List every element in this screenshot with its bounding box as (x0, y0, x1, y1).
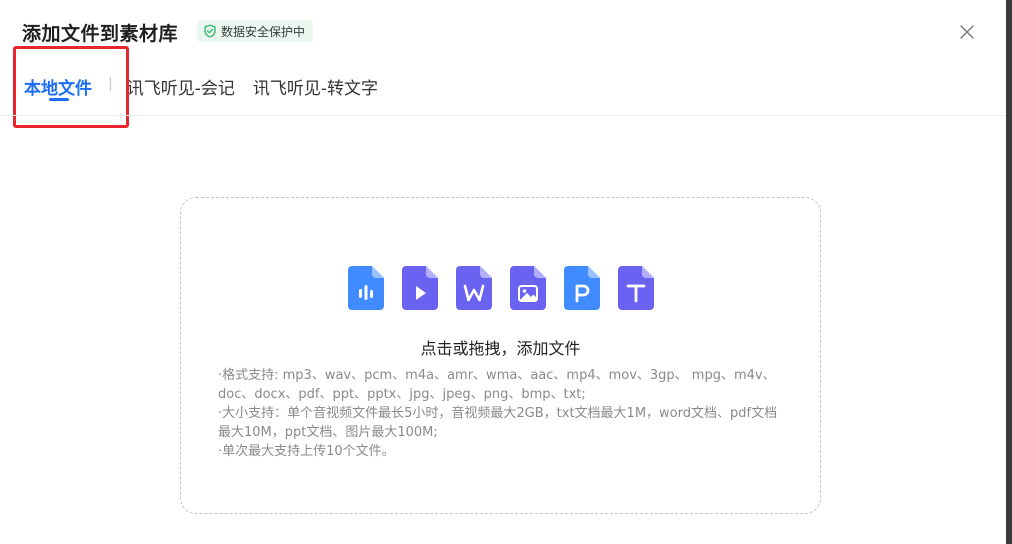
text-file-icon (618, 266, 654, 310)
shield-check-icon (204, 24, 216, 38)
security-badge: 数据安全保护中 (197, 20, 314, 42)
header-divider (0, 115, 1006, 116)
tab-iflyrec-transcribe[interactable]: 讯飞听见-转文字 (253, 74, 378, 99)
upload-requirements: ·格式支持: mp3、wav、pcm、m4a、amr、wma、aac、mp4、m… (218, 366, 788, 461)
security-badge-label: 数据安全保护中 (221, 24, 306, 39)
image-file-icon (510, 266, 546, 310)
file-type-icons (348, 266, 654, 310)
tab-iflyrec-meeting[interactable]: 讯飞听见-会记 (127, 74, 235, 99)
tab-label: 讯飞听见-转文字 (252, 79, 378, 99)
ppt-file-icon (564, 266, 600, 310)
word-file-icon (456, 266, 492, 310)
format-support-text: ·格式支持: mp3、wav、pcm、m4a、amr、wma、aac、mp4、m… (218, 368, 776, 402)
close-button[interactable] (957, 22, 977, 42)
max-count-text: ·单次最大支持上传10个文件。 (218, 444, 395, 459)
drop-zone-title: 点击或拖拽，添加文件 (420, 339, 581, 358)
size-support-text: ·大小支持：单个音视频文件最长5小时，音视频最大2GB，txt文档最大1M，wo… (218, 406, 778, 440)
dialog-title: 添加文件到素材库 (22, 23, 179, 45)
close-icon (960, 25, 974, 39)
file-drop-zone[interactable]: 点击或拖拽，添加文件 ·格式支持: mp3、wav、pcm、m4a、amr、wm… (180, 197, 821, 514)
video-file-icon (402, 266, 438, 310)
add-material-dialog: 添加文件到素材库 数据安全保护中 本地文件 | 讯飞听见-会记 讯飞听见-转文字 (0, 0, 1006, 544)
window-edge (1006, 0, 1012, 544)
audio-file-icon (348, 266, 384, 310)
tab-label: 讯飞听见-会记 (126, 79, 235, 99)
